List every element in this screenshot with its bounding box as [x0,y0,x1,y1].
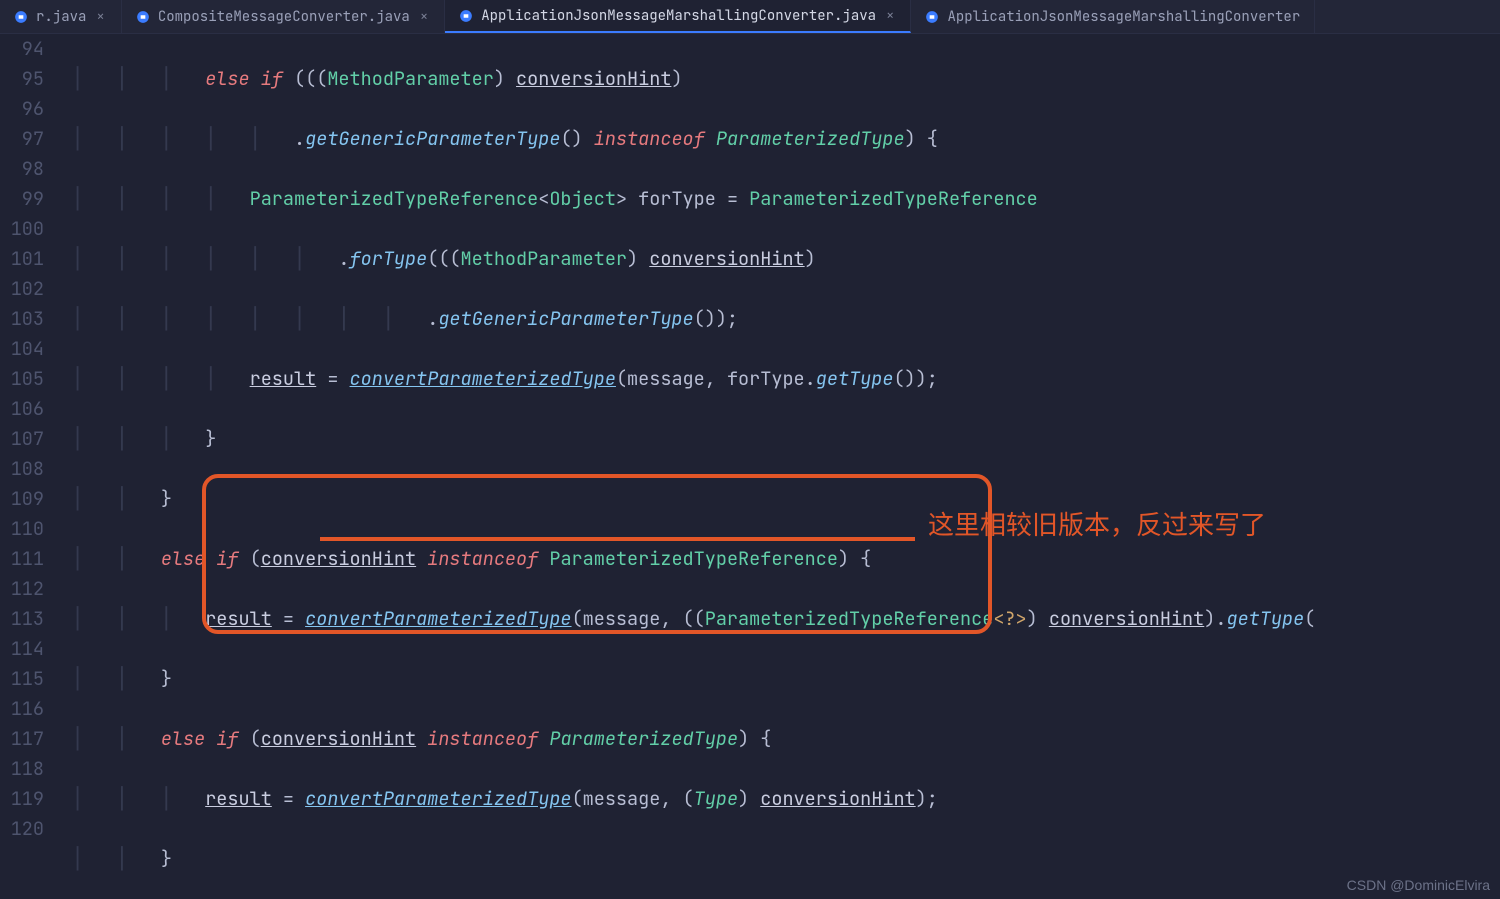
close-icon[interactable]: × [418,8,430,26]
line-number: 109 [0,484,44,514]
line-number: 118 [0,754,44,784]
line-number: 112 [0,574,44,604]
line-number: 105 [0,364,44,394]
tab-file-0[interactable]: r.java × [0,0,122,33]
editor-tabbar: r.java × CompositeMessageConverter.java … [0,0,1500,34]
code-line[interactable]: │ │ } [72,844,1500,874]
line-number: 97 [0,124,44,154]
line-number: 99 [0,184,44,214]
line-number: 117 [0,724,44,754]
line-number: 120 [0,814,44,844]
line-number: 98 [0,154,44,184]
line-number: 102 [0,274,44,304]
code-line[interactable]: │ │ │ result = convertParameterizedType(… [72,604,1500,634]
line-number: 113 [0,604,44,634]
code-line[interactable]: │ │ │ result = convertParameterizedType(… [72,784,1500,814]
line-number-gutter: 9495969798991001011021031041051061071081… [0,34,62,899]
code-line[interactable]: │ │ │ │ │ │ │ │ .getGenericParameterType… [72,304,1500,334]
line-number: 96 [0,94,44,124]
code-line[interactable]: │ │ │ │ │ .getGenericParameterType() ins… [72,124,1500,154]
java-file-icon [925,10,939,24]
tab-label: ApplicationJsonMessageMarshallingConvert… [947,8,1300,26]
code-line[interactable]: │ │ else if (conversionHint instanceof P… [72,544,1500,574]
line-number: 103 [0,304,44,334]
line-number: 104 [0,334,44,364]
line-number: 111 [0,544,44,574]
line-number: 107 [0,424,44,454]
tab-label: ApplicationJsonMessageMarshallingConvert… [481,7,876,25]
java-file-icon [14,10,28,24]
line-number: 119 [0,784,44,814]
close-icon[interactable]: × [884,7,896,25]
tab-label: r.java [36,8,86,26]
code-line[interactable]: │ │ │ │ ParameterizedTypeReference<Objec… [72,184,1500,214]
line-number: 101 [0,244,44,274]
code-line[interactable]: │ │ } [72,484,1500,514]
tab-file-2[interactable]: ApplicationJsonMessageMarshallingConvert… [445,0,911,33]
tab-file-1[interactable]: CompositeMessageConverter.java × [122,0,445,33]
code-line[interactable]: │ │ │ │ result = convertParameterizedTyp… [72,364,1500,394]
line-number: 106 [0,394,44,424]
java-file-icon [459,9,473,23]
line-number: 110 [0,514,44,544]
code-area[interactable]: │ │ │ else if (((MethodParameter) conver… [62,34,1500,899]
code-line[interactable]: │ │ │ else if (((MethodParameter) conver… [72,64,1500,94]
tab-file-3[interactable]: ApplicationJsonMessageMarshallingConvert… [911,0,1315,33]
line-number: 108 [0,454,44,484]
code-line[interactable]: │ │ else if (conversionHint instanceof P… [72,724,1500,754]
line-number: 114 [0,634,44,664]
line-number: 95 [0,64,44,94]
java-file-icon [136,10,150,24]
close-icon[interactable]: × [94,8,106,26]
highlight-underline [320,537,915,541]
code-line[interactable]: │ │ } [72,664,1500,694]
code-editor[interactable]: 9495969798991001011021031041051061071081… [0,34,1500,899]
code-line[interactable]: │ │ │ │ │ │ .forType(((MethodParameter) … [72,244,1500,274]
line-number: 115 [0,664,44,694]
line-number: 116 [0,694,44,724]
annotation-text: 这里相较旧版本，反过来写了 [928,510,1266,540]
line-number: 100 [0,214,44,244]
tab-label: CompositeMessageConverter.java [158,8,410,26]
line-number: 94 [0,34,44,64]
code-line[interactable]: │ │ │ } [72,424,1500,454]
